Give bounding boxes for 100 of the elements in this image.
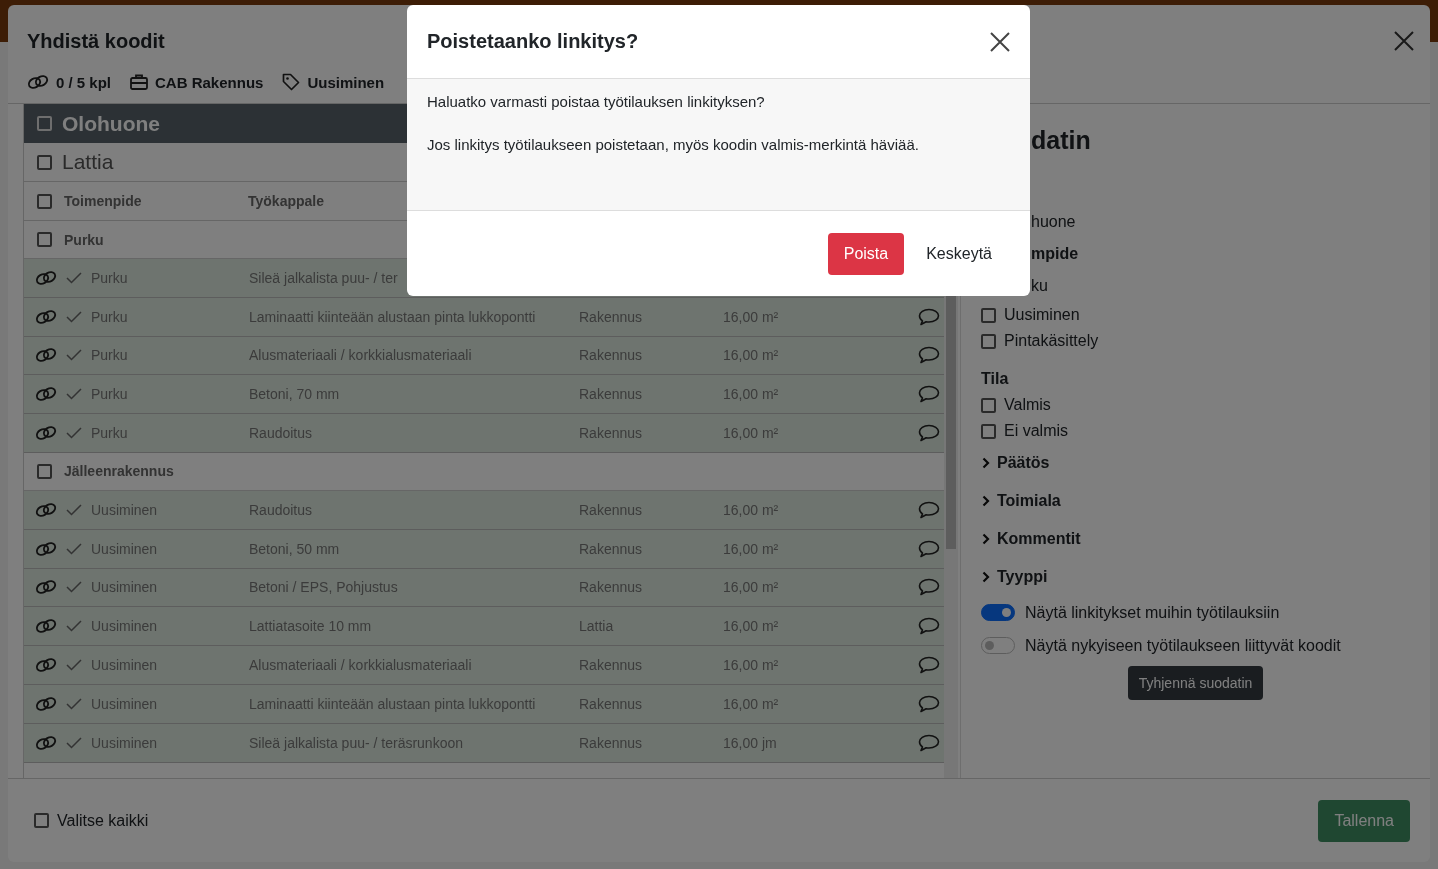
group-checkbox[interactable] xyxy=(37,464,52,479)
comment-icon[interactable] xyxy=(918,500,940,519)
table-cell-text: Uusiminen xyxy=(91,579,159,596)
filter-title: datin xyxy=(1030,126,1092,156)
table-cell-text: Rakennus xyxy=(579,501,644,518)
chevron-icon[interactable] xyxy=(981,571,991,583)
chevron-icon[interactable] xyxy=(981,495,991,507)
code-row[interactable]: Uusiminen Alusmateriaali / korkkialusmateriaali Rakennus 16,00 m² xyxy=(24,646,944,685)
table-cell-text: Sileä jalkalista puu- / teräsrunkoon xyxy=(249,734,464,751)
table-cell-text: 16,00 m² xyxy=(723,425,780,442)
comment-icon[interactable] xyxy=(918,733,940,752)
dialog-message: Haluatko varmasti poistaa työtilauksen linkityksen? xyxy=(427,93,766,110)
table-cell-text: Rakennus xyxy=(579,425,644,442)
code-row[interactable]: Uusiminen Betoni, 50 mm Rakennus 16,00 m² xyxy=(24,529,944,569)
link-icon[interactable] xyxy=(35,501,57,518)
filter-section-toggle[interactable]: Päätös xyxy=(981,444,1050,482)
comment-icon[interactable] xyxy=(918,307,940,326)
comment-icon[interactable] xyxy=(918,617,940,636)
comment-icon[interactable] xyxy=(918,656,940,675)
comment-icon[interactable] xyxy=(918,346,940,365)
table-cell-text: Rakennus xyxy=(579,657,644,674)
link-icon[interactable] xyxy=(35,308,57,325)
code-row[interactable]: Purku Alusmateriaali / korkkialusmateriaali Rakennus 16,00 m² xyxy=(24,336,944,376)
table-cell-text: Lattiatasoite 10 mm xyxy=(249,618,373,635)
toggle-switch[interactable] xyxy=(981,604,1015,621)
close-icon[interactable] xyxy=(989,30,1011,53)
table-cell-text: Purku xyxy=(91,347,129,364)
code-row[interactable]: Uusiminen Raudoitus Rakennus 16,00 m² xyxy=(24,491,944,530)
table-cell-text: Alusmateriaali / korkkialusmateriaali xyxy=(249,347,473,364)
dialog-button[interactable]: Poista xyxy=(827,232,905,275)
table-cell-text: Uusiminen xyxy=(91,734,159,751)
code-row[interactable]: Purku Laminaatti kiinteään alustaan pinta lukkopontti Rakennus 16,00 m² xyxy=(24,297,944,337)
toggle-label: Näytä linkitykset muihin työtilauksiin xyxy=(1025,603,1280,622)
column-header: Toimenpide xyxy=(64,193,143,209)
link-icon[interactable] xyxy=(35,347,57,364)
filter-section-toggle[interactable]: Kommentit xyxy=(981,520,1081,558)
table-cell-text: Purku xyxy=(91,425,129,442)
filter-checkbox[interactable]: Pintakäsittely xyxy=(981,328,1099,354)
meta-text: 0 / 5 kpl xyxy=(56,73,112,91)
comment-icon[interactable] xyxy=(918,578,940,597)
filter-checkbox[interactable]: Valmis xyxy=(981,392,1051,418)
filter-label: huone xyxy=(1030,212,1077,232)
filter-checkbox[interactable]: Uusiminen xyxy=(981,302,1080,328)
table-cell-text: Rakennus xyxy=(579,734,644,751)
comment-icon[interactable] xyxy=(918,539,940,558)
filter-section-toggle[interactable]: Toimiala xyxy=(981,482,1061,520)
link-icon[interactable] xyxy=(35,386,57,403)
modal-title: Yhdistä koodit xyxy=(27,29,165,53)
filter-label: ku xyxy=(1030,276,1049,296)
link-icon[interactable] xyxy=(35,425,57,442)
comment-icon[interactable] xyxy=(918,424,940,443)
meta-text: CAB Rakennus xyxy=(155,73,264,91)
room-checkbox[interactable] xyxy=(37,116,52,131)
filter-heading: Tila xyxy=(981,369,1010,389)
code-row[interactable]: Uusiminen Betoni / EPS, Pohjustus Rakennus 16,00 m² xyxy=(24,568,944,608)
table-cell-text: 16,00 jm xyxy=(723,734,778,751)
group-checkbox[interactable] xyxy=(37,232,52,247)
table-cell-text: 16,00 m² xyxy=(723,347,780,364)
table-cell-text: Rakennus xyxy=(579,540,644,557)
link-icon[interactable] xyxy=(35,618,57,635)
link-icon xyxy=(27,74,49,90)
header-checkbox[interactable] xyxy=(37,193,52,209)
dialog-message: Jos linkitys työtilaukseen poistetaan, myös koodin valmis-merkintä häviää. xyxy=(427,136,920,153)
chevron-icon[interactable] xyxy=(981,533,991,545)
clear-filter-button[interactable]: Tyhjennä suodatin xyxy=(1127,666,1264,700)
table-cell-text: 16,00 m² xyxy=(723,386,780,403)
table-cell-text: Rakennus xyxy=(579,347,644,364)
comment-icon[interactable] xyxy=(918,694,940,713)
code-row[interactable]: Uusiminen Sileä jalkalista puu- / teräsrunkoon Rakennus 16,00 jm xyxy=(24,723,944,763)
filter-checkbox[interactable]: Ei valmis xyxy=(981,418,1068,444)
table-cell-text: 16,00 m² xyxy=(723,695,780,712)
link-icon[interactable] xyxy=(35,579,57,596)
code-row[interactable]: Uusiminen Lattiatasoite 10 mm Lattia 16,00 m² xyxy=(24,607,944,647)
code-row[interactable]: Purku Betoni, 70 mm Rakennus 16,00 m² xyxy=(24,375,944,415)
toggle-switch[interactable] xyxy=(981,637,1015,654)
filter-section-toggle[interactable]: Tyyppi xyxy=(981,558,1048,596)
link-icon[interactable] xyxy=(35,734,57,751)
table-cell-text: Purku xyxy=(91,308,129,325)
toggle-label: Näytä nykyiseen työtilaukseen liittyvät koodit xyxy=(1025,636,1341,655)
link-icon[interactable] xyxy=(35,540,57,557)
close-icon[interactable] xyxy=(1393,30,1415,52)
link-icon[interactable] xyxy=(35,269,57,286)
table-cell-text: 16,00 m² xyxy=(723,618,780,635)
table-cell-text: Uusiminen xyxy=(91,501,159,518)
link-icon[interactable] xyxy=(35,657,57,674)
code-row[interactable]: Purku Raudoitus Rakennus 16,00 m² xyxy=(24,414,944,453)
table-cell-text: Lattia xyxy=(579,618,615,635)
select-all-checkbox[interactable]: Valitse kaikki xyxy=(34,811,149,830)
table-cell-text: 16,00 m² xyxy=(723,308,780,325)
link-icon[interactable] xyxy=(35,695,57,712)
table-cell-text: Raudoitus xyxy=(249,501,314,518)
code-row[interactable]: Uusiminen Laminaatti kiinteään alustaan pinta lukkopontti Rakennus 16,00 m² xyxy=(24,684,944,724)
comment-icon[interactable] xyxy=(918,385,940,404)
table-cell-text: Purku xyxy=(91,386,129,403)
dialog-button[interactable]: Keskeytä xyxy=(910,232,1008,275)
dialog-title: Poistetaanko linkitys? xyxy=(427,30,639,53)
chevron-icon[interactable] xyxy=(981,457,991,469)
table-cell-text: Betoni, 50 mm xyxy=(249,540,341,557)
group-label: Purku xyxy=(64,231,104,248)
surface-checkbox[interactable] xyxy=(37,154,52,170)
